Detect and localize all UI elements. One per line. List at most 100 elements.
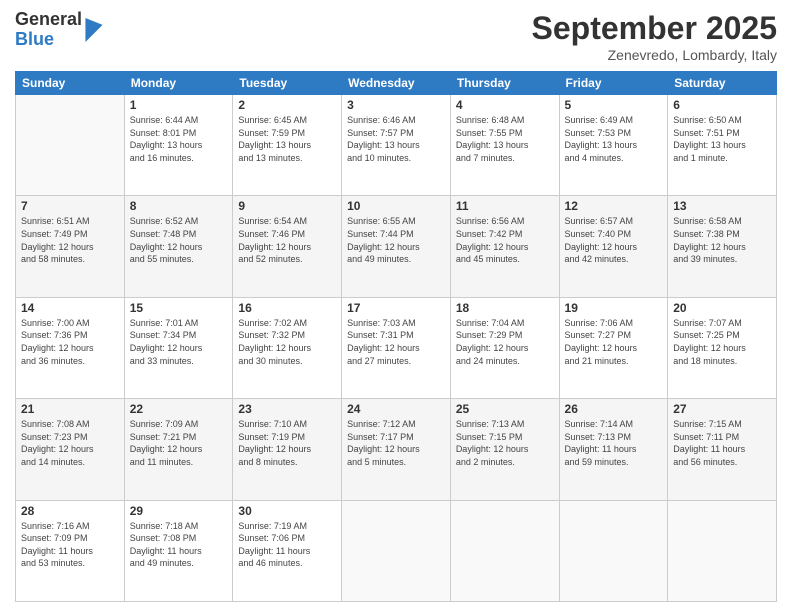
calendar-body: 1 Sunrise: 6:44 AMSunset: 8:01 PMDaylight… (16, 95, 777, 602)
day-number: 3 (347, 98, 445, 112)
day-info: Sunrise: 6:46 AMSunset: 7:57 PMDaylight:… (347, 114, 445, 164)
calendar-cell: 12Sunrise: 6:57 AMSunset: 7:40 PMDayligh… (559, 196, 668, 297)
calendar-cell: 10 Sunrise: 6:55 AMSunset: 7:44 PMDayligh… (342, 196, 451, 297)
header-day-monday: Monday (124, 72, 233, 95)
logo: General Blue (15, 10, 104, 50)
header-day-friday: Friday (559, 72, 668, 95)
day-number: 8 (130, 199, 228, 213)
day-number: 28 (21, 504, 119, 518)
day-info: Sunrise: 7:12 AMSunset: 7:17 PMDaylight:… (347, 418, 445, 468)
day-info: Sunrise: 6:54 AMSunset: 7:46 PMDaylight:… (238, 215, 336, 265)
calendar-cell: 29 Sunrise: 7:18 AMSunset: 7:08 PMDayligh… (124, 500, 233, 601)
calendar-cell (342, 500, 451, 601)
day-info: Sunrise: 7:02 AMSunset: 7:32 PMDaylight:… (238, 317, 336, 367)
day-info: Sunrise: 7:06 AMSunset: 7:27 PMDaylight:… (565, 317, 663, 367)
day-info: Sunrise: 7:03 AMSunset: 7:31 PMDaylight:… (347, 317, 445, 367)
calendar-cell: 19 Sunrise: 7:06 AMSunset: 7:27 PMDayligh… (559, 297, 668, 398)
day-info: Sunrise: 7:00 AMSunset: 7:36 PMDaylight:… (21, 317, 119, 367)
logo-general: General (15, 10, 82, 30)
calendar-cell: 13 Sunrise: 6:58 AMSunset: 7:38 PMDayligh… (668, 196, 777, 297)
day-number: 17 (347, 301, 445, 315)
calendar-cell: 1 Sunrise: 6:44 AMSunset: 8:01 PMDaylight… (124, 95, 233, 196)
logo-text: General Blue (15, 10, 82, 50)
calendar-week-row: 28 Sunrise: 7:16 AMSunset: 7:09 PMDayligh… (16, 500, 777, 601)
header-day-sunday: Sunday (16, 72, 125, 95)
day-number: 19 (565, 301, 663, 315)
calendar-cell: 18Sunrise: 7:04 AMSunset: 7:29 PMDayligh… (450, 297, 559, 398)
calendar-table: SundayMondayTuesdayWednesdayThursdayFrid… (15, 71, 777, 602)
calendar-cell (559, 500, 668, 601)
day-info: Sunrise: 7:19 AMSunset: 7:06 PMDaylight:… (238, 520, 336, 570)
calendar-cell: 2Sunrise: 6:45 AMSunset: 7:59 PMDaylight… (233, 95, 342, 196)
day-number: 6 (673, 98, 771, 112)
calendar-cell: 4Sunrise: 6:48 AMSunset: 7:55 PMDaylight… (450, 95, 559, 196)
calendar-cell: 11 Sunrise: 6:56 AMSunset: 7:42 PMDayligh… (450, 196, 559, 297)
day-number: 22 (130, 402, 228, 416)
header-day-thursday: Thursday (450, 72, 559, 95)
day-number: 7 (21, 199, 119, 213)
header-day-tuesday: Tuesday (233, 72, 342, 95)
calendar-cell: 15 Sunrise: 7:01 AMSunset: 7:34 PMDayligh… (124, 297, 233, 398)
day-info: Sunrise: 6:51 AMSunset: 7:49 PMDaylight:… (21, 215, 119, 265)
day-number: 15 (130, 301, 228, 315)
calendar-cell (668, 500, 777, 601)
calendar-cell: 23 Sunrise: 7:10 AMSunset: 7:19 PMDayligh… (233, 399, 342, 500)
day-info: Sunrise: 7:04 AMSunset: 7:29 PMDaylight:… (456, 317, 554, 367)
day-number: 1 (130, 98, 228, 112)
title-area: September 2025 Zenevredo, Lombardy, Ital… (532, 10, 777, 63)
location: Zenevredo, Lombardy, Italy (532, 47, 777, 63)
calendar-cell: 5Sunrise: 6:49 AMSunset: 7:53 PMDaylight… (559, 95, 668, 196)
day-info: Sunrise: 7:18 AMSunset: 7:08 PMDaylight:… (130, 520, 228, 570)
calendar-cell: 22Sunrise: 7:09 AMSunset: 7:21 PMDayligh… (124, 399, 233, 500)
day-number: 30 (238, 504, 336, 518)
day-number: 29 (130, 504, 228, 518)
day-number: 2 (238, 98, 336, 112)
day-number: 21 (21, 402, 119, 416)
day-number: 10 (347, 199, 445, 213)
logo-blue: Blue (15, 30, 82, 50)
day-info: Sunrise: 7:13 AMSunset: 7:15 PMDaylight:… (456, 418, 554, 468)
day-number: 5 (565, 98, 663, 112)
calendar-cell: 24 Sunrise: 7:12 AMSunset: 7:17 PMDayligh… (342, 399, 451, 500)
day-number: 26 (565, 402, 663, 416)
calendar-week-row: 7 Sunrise: 6:51 AMSunset: 7:49 PMDaylight… (16, 196, 777, 297)
day-number: 11 (456, 199, 554, 213)
day-info: Sunrise: 6:56 AMSunset: 7:42 PMDaylight:… (456, 215, 554, 265)
calendar-cell: 17 Sunrise: 7:03 AMSunset: 7:31 PMDayligh… (342, 297, 451, 398)
day-number: 25 (456, 402, 554, 416)
calendar-cell: 14Sunrise: 7:00 AMSunset: 7:36 PMDayligh… (16, 297, 125, 398)
day-number: 16 (238, 301, 336, 315)
day-number: 24 (347, 402, 445, 416)
day-info: Sunrise: 6:58 AMSunset: 7:38 PMDaylight:… (673, 215, 771, 265)
logo-icon (84, 18, 104, 42)
calendar-cell (450, 500, 559, 601)
calendar-cell: 27 Sunrise: 7:15 AMSunset: 7:11 PMDayligh… (668, 399, 777, 500)
day-number: 12 (565, 199, 663, 213)
calendar-cell: 9 Sunrise: 6:54 AMSunset: 7:46 PMDaylight… (233, 196, 342, 297)
calendar-cell (16, 95, 125, 196)
calendar-cell: 30 Sunrise: 7:19 AMSunset: 7:06 PMDayligh… (233, 500, 342, 601)
calendar-week-row: 14Sunrise: 7:00 AMSunset: 7:36 PMDayligh… (16, 297, 777, 398)
day-info: Sunrise: 6:52 AMSunset: 7:48 PMDaylight:… (130, 215, 228, 265)
calendar-cell: 6Sunrise: 6:50 AMSunset: 7:51 PMDaylight… (668, 95, 777, 196)
calendar-cell: 20Sunrise: 7:07 AMSunset: 7:25 PMDayligh… (668, 297, 777, 398)
calendar-cell: 3 Sunrise: 6:46 AMSunset: 7:57 PMDaylight… (342, 95, 451, 196)
month-title: September 2025 (532, 10, 777, 47)
day-info: Sunrise: 7:16 AMSunset: 7:09 PMDaylight:… (21, 520, 119, 570)
day-info: Sunrise: 7:01 AMSunset: 7:34 PMDaylight:… (130, 317, 228, 367)
calendar-cell: 21 Sunrise: 7:08 AMSunset: 7:23 PMDayligh… (16, 399, 125, 500)
day-number: 4 (456, 98, 554, 112)
day-info: Sunrise: 7:08 AMSunset: 7:23 PMDaylight:… (21, 418, 119, 468)
day-number: 9 (238, 199, 336, 213)
day-number: 13 (673, 199, 771, 213)
day-info: Sunrise: 6:55 AMSunset: 7:44 PMDaylight:… (347, 215, 445, 265)
day-number: 27 (673, 402, 771, 416)
calendar-cell: 16 Sunrise: 7:02 AMSunset: 7:32 PMDayligh… (233, 297, 342, 398)
header-day-saturday: Saturday (668, 72, 777, 95)
calendar-cell: 26Sunrise: 7:14 AMSunset: 7:13 PMDayligh… (559, 399, 668, 500)
day-info: Sunrise: 6:44 AMSunset: 8:01 PMDaylight:… (130, 114, 228, 164)
day-info: Sunrise: 7:10 AMSunset: 7:19 PMDaylight:… (238, 418, 336, 468)
calendar-header-row: SundayMondayTuesdayWednesdayThursdayFrid… (16, 72, 777, 95)
day-number: 23 (238, 402, 336, 416)
day-info: Sunrise: 7:15 AMSunset: 7:11 PMDaylight:… (673, 418, 771, 468)
